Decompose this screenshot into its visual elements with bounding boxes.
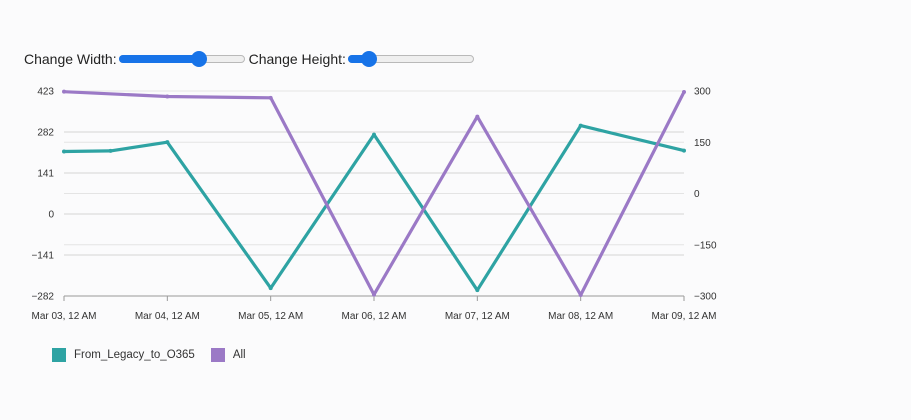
x-axis-tick-label: Mar 09, 12 AM [651, 311, 716, 322]
legend: From_Legacy_to_O365 All [52, 348, 262, 362]
legend-item-legacy[interactable]: From_Legacy_to_O365 [52, 348, 195, 362]
data-point [682, 90, 686, 95]
legend-item-all[interactable]: All [210, 348, 246, 362]
data-point [268, 286, 273, 291]
right-axis-tick-label: −150 [694, 240, 717, 251]
right-axis-tick-label: 150 [694, 138, 711, 149]
series-line-0 [62, 123, 686, 292]
data-point [165, 140, 170, 145]
left-axis-tick-label: 282 [37, 128, 54, 139]
legend-label-all: All [232, 349, 246, 361]
left-axis-tick-label: 0 [48, 210, 54, 221]
x-axis-tick-label: Mar 07, 12 AM [445, 311, 510, 322]
x-axis-tick-label: Mar 05, 12 AM [238, 311, 303, 322]
right-axis-tick-label: −300 [694, 292, 717, 303]
left-axis-tick-label: 423 [37, 87, 54, 98]
legend-label-legacy: From_Legacy_to_O365 [74, 349, 195, 361]
data-point [682, 148, 686, 153]
right-axis-tick-label: 0 [694, 189, 700, 200]
right-axis-tick-label: 300 [694, 87, 711, 98]
data-point [372, 292, 376, 297]
data-point [62, 89, 66, 94]
legend-swatch-legacy [52, 348, 66, 362]
data-point [62, 149, 66, 154]
x-axis-tick-label: Mar 06, 12 AM [341, 311, 406, 322]
data-point [268, 95, 273, 100]
x-axis-tick-label: Mar 03, 12 AM [31, 311, 96, 322]
data-point [108, 148, 113, 153]
data-point [578, 123, 583, 128]
data-point [372, 132, 376, 137]
data-point [475, 288, 480, 293]
data-point [165, 94, 170, 99]
left-axis-tick-label: 141 [37, 169, 54, 180]
data-point [578, 292, 583, 297]
x-axis-tick-label: Mar 04, 12 AM [135, 311, 200, 322]
legend-swatch-all [210, 348, 225, 362]
left-axis-tick-label: −282 [31, 292, 54, 303]
line-chart: 423 282 141 0 −141 −282 300 150 0 −150 −300 Mar 03,… [31, 87, 717, 323]
data-point [475, 114, 480, 119]
x-axis-tick-label: Mar 08, 12 AM [548, 311, 613, 322]
left-axis-tick-label: −141 [31, 251, 54, 262]
